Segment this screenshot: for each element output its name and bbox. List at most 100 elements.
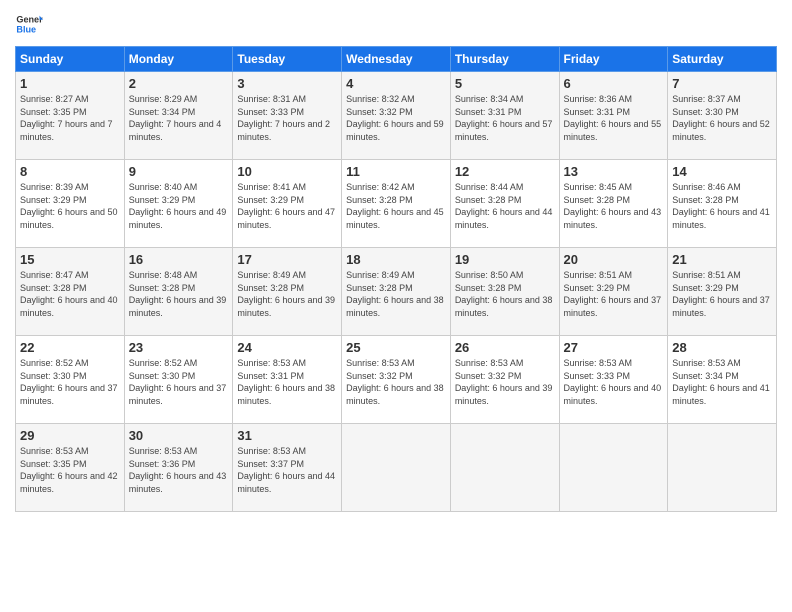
day-number: 15: [20, 252, 120, 267]
day-number: 1: [20, 76, 120, 91]
day-info: Sunrise: 8:53 AMSunset: 3:31 PMDaylight:…: [237, 357, 337, 407]
day-number: 27: [564, 340, 664, 355]
day-number: 10: [237, 164, 337, 179]
day-number: 19: [455, 252, 555, 267]
day-info: Sunrise: 8:34 AMSunset: 3:31 PMDaylight:…: [455, 93, 555, 143]
day-info: Sunrise: 8:29 AMSunset: 3:34 PMDaylight:…: [129, 93, 229, 143]
svg-text:General: General: [16, 15, 43, 25]
calendar-cell: 5 Sunrise: 8:34 AMSunset: 3:31 PMDaylight…: [450, 72, 559, 160]
calendar-cell: 10 Sunrise: 8:41 AMSunset: 3:29 PMDayligh…: [233, 160, 342, 248]
day-info: Sunrise: 8:39 AMSunset: 3:29 PMDaylight:…: [20, 181, 120, 231]
day-info: Sunrise: 8:49 AMSunset: 3:28 PMDaylight:…: [346, 269, 446, 319]
day-number: 20: [564, 252, 664, 267]
day-info: Sunrise: 8:37 AMSunset: 3:30 PMDaylight:…: [672, 93, 772, 143]
calendar-cell: [342, 424, 451, 512]
day-number: 8: [20, 164, 120, 179]
calendar-cell: 17Sunrise: 8:49 AMSunset: 3:28 PMDayligh…: [233, 248, 342, 336]
day-info: Sunrise: 8:31 AMSunset: 3:33 PMDaylight:…: [237, 93, 337, 143]
header: General Blue: [15, 10, 777, 38]
day-info: Sunrise: 8:53 AMSunset: 3:35 PMDaylight:…: [20, 445, 120, 495]
day-info: Sunrise: 8:53 AMSunset: 3:32 PMDaylight:…: [455, 357, 555, 407]
day-number: 22: [20, 340, 120, 355]
day-info: Sunrise: 8:53 AMSunset: 3:36 PMDaylight:…: [129, 445, 229, 495]
calendar-cell: 19 Sunrise: 8:50 AMSunset: 3:28 PMDayligh…: [450, 248, 559, 336]
day-info: Sunrise: 8:45 AMSunset: 3:28 PMDaylight:…: [564, 181, 664, 231]
col-header-monday: Monday: [124, 47, 233, 72]
col-header-wednesday: Wednesday: [342, 47, 451, 72]
calendar-cell: 20 Sunrise: 8:51 AMSunset: 3:29 PMDayligh…: [559, 248, 668, 336]
calendar-cell: 26 Sunrise: 8:53 AMSunset: 3:32 PMDayligh…: [450, 336, 559, 424]
day-number: 29: [20, 428, 120, 443]
calendar-cell: 3 Sunrise: 8:31 AMSunset: 3:33 PMDaylight…: [233, 72, 342, 160]
day-number: 3: [237, 76, 337, 91]
day-number: 11: [346, 164, 446, 179]
calendar-cell: 13 Sunrise: 8:45 AMSunset: 3:28 PMDayligh…: [559, 160, 668, 248]
day-number: 4: [346, 76, 446, 91]
calendar-cell: 14Sunrise: 8:46 AMSunset: 3:28 PMDayligh…: [668, 160, 777, 248]
page-container: General Blue SundayMondayTuesdayWednesda…: [0, 0, 792, 522]
day-number: 28: [672, 340, 772, 355]
day-number: 30: [129, 428, 229, 443]
day-info: Sunrise: 8:50 AMSunset: 3:28 PMDaylight:…: [455, 269, 555, 319]
day-number: 26: [455, 340, 555, 355]
day-info: Sunrise: 8:51 AMSunset: 3:29 PMDaylight:…: [564, 269, 664, 319]
day-number: 12: [455, 164, 555, 179]
day-info: Sunrise: 8:40 AMSunset: 3:29 PMDaylight:…: [129, 181, 229, 231]
calendar-cell: 23Sunrise: 8:52 AMSunset: 3:30 PMDayligh…: [124, 336, 233, 424]
day-info: Sunrise: 8:41 AMSunset: 3:29 PMDaylight:…: [237, 181, 337, 231]
logo-icon: General Blue: [15, 10, 43, 38]
day-info: Sunrise: 8:51 AMSunset: 3:29 PMDaylight:…: [672, 269, 772, 319]
day-number: 25: [346, 340, 446, 355]
calendar-cell: 15 Sunrise: 8:47 AMSunset: 3:28 PMDayligh…: [16, 248, 125, 336]
col-header-saturday: Saturday: [668, 47, 777, 72]
calendar-cell: 9Sunrise: 8:40 AMSunset: 3:29 PMDaylight…: [124, 160, 233, 248]
calendar-cell: 21 Sunrise: 8:51 AMSunset: 3:29 PMDayligh…: [668, 248, 777, 336]
day-info: Sunrise: 8:53 AMSunset: 3:34 PMDaylight:…: [672, 357, 772, 407]
day-number: 21: [672, 252, 772, 267]
day-info: Sunrise: 8:32 AMSunset: 3:32 PMDaylight:…: [346, 93, 446, 143]
day-number: 17: [237, 252, 337, 267]
day-number: 6: [564, 76, 664, 91]
day-info: Sunrise: 8:48 AMSunset: 3:28 PMDaylight:…: [129, 269, 229, 319]
calendar-cell: 31Sunrise: 8:53 AMSunset: 3:37 PMDayligh…: [233, 424, 342, 512]
calendar-cell: 7 Sunrise: 8:37 AMSunset: 3:30 PMDaylight…: [668, 72, 777, 160]
day-info: Sunrise: 8:52 AMSunset: 3:30 PMDaylight:…: [20, 357, 120, 407]
day-number: 23: [129, 340, 229, 355]
calendar-cell: 4 Sunrise: 8:32 AMSunset: 3:32 PMDaylight…: [342, 72, 451, 160]
calendar-cell: 18 Sunrise: 8:49 AMSunset: 3:28 PMDayligh…: [342, 248, 451, 336]
day-number: 14: [672, 164, 772, 179]
calendar-cell: 6 Sunrise: 8:36 AMSunset: 3:31 PMDaylight…: [559, 72, 668, 160]
col-header-tuesday: Tuesday: [233, 47, 342, 72]
day-number: 18: [346, 252, 446, 267]
calendar-cell: 29 Sunrise: 8:53 AMSunset: 3:35 PMDayligh…: [16, 424, 125, 512]
calendar-cell: 25 Sunrise: 8:53 AMSunset: 3:32 PMDayligh…: [342, 336, 451, 424]
day-number: 24: [237, 340, 337, 355]
day-info: Sunrise: 8:44 AMSunset: 3:28 PMDaylight:…: [455, 181, 555, 231]
day-info: Sunrise: 8:47 AMSunset: 3:28 PMDaylight:…: [20, 269, 120, 319]
calendar-cell: 12 Sunrise: 8:44 AMSunset: 3:28 PMDayligh…: [450, 160, 559, 248]
calendar-cell: 30 Sunrise: 8:53 AMSunset: 3:36 PMDayligh…: [124, 424, 233, 512]
day-number: 7: [672, 76, 772, 91]
day-info: Sunrise: 8:53 AMSunset: 3:32 PMDaylight:…: [346, 357, 446, 407]
calendar-cell: 1 Sunrise: 8:27 AMSunset: 3:35 PMDaylight…: [16, 72, 125, 160]
calendar-cell: 24 Sunrise: 8:53 AMSunset: 3:31 PMDayligh…: [233, 336, 342, 424]
calendar-cell: 28 Sunrise: 8:53 AMSunset: 3:34 PMDayligh…: [668, 336, 777, 424]
day-info: Sunrise: 8:27 AMSunset: 3:35 PMDaylight:…: [20, 93, 120, 143]
day-number: 16: [129, 252, 229, 267]
day-info: Sunrise: 8:42 AMSunset: 3:28 PMDaylight:…: [346, 181, 446, 231]
calendar-cell: [450, 424, 559, 512]
day-number: 2: [129, 76, 229, 91]
calendar-cell: 16 Sunrise: 8:48 AMSunset: 3:28 PMDayligh…: [124, 248, 233, 336]
day-number: 5: [455, 76, 555, 91]
calendar-cell: [559, 424, 668, 512]
day-number: 13: [564, 164, 664, 179]
day-info: Sunrise: 8:53 AMSunset: 3:33 PMDaylight:…: [564, 357, 664, 407]
calendar-cell: 11 Sunrise: 8:42 AMSunset: 3:28 PMDayligh…: [342, 160, 451, 248]
calendar-cell: 27 Sunrise: 8:53 AMSunset: 3:33 PMDayligh…: [559, 336, 668, 424]
day-info: Sunrise: 8:36 AMSunset: 3:31 PMDaylight:…: [564, 93, 664, 143]
calendar-cell: 8 Sunrise: 8:39 AMSunset: 3:29 PMDaylight…: [16, 160, 125, 248]
day-number: 31: [237, 428, 337, 443]
col-header-sunday: Sunday: [16, 47, 125, 72]
col-header-friday: Friday: [559, 47, 668, 72]
col-header-thursday: Thursday: [450, 47, 559, 72]
